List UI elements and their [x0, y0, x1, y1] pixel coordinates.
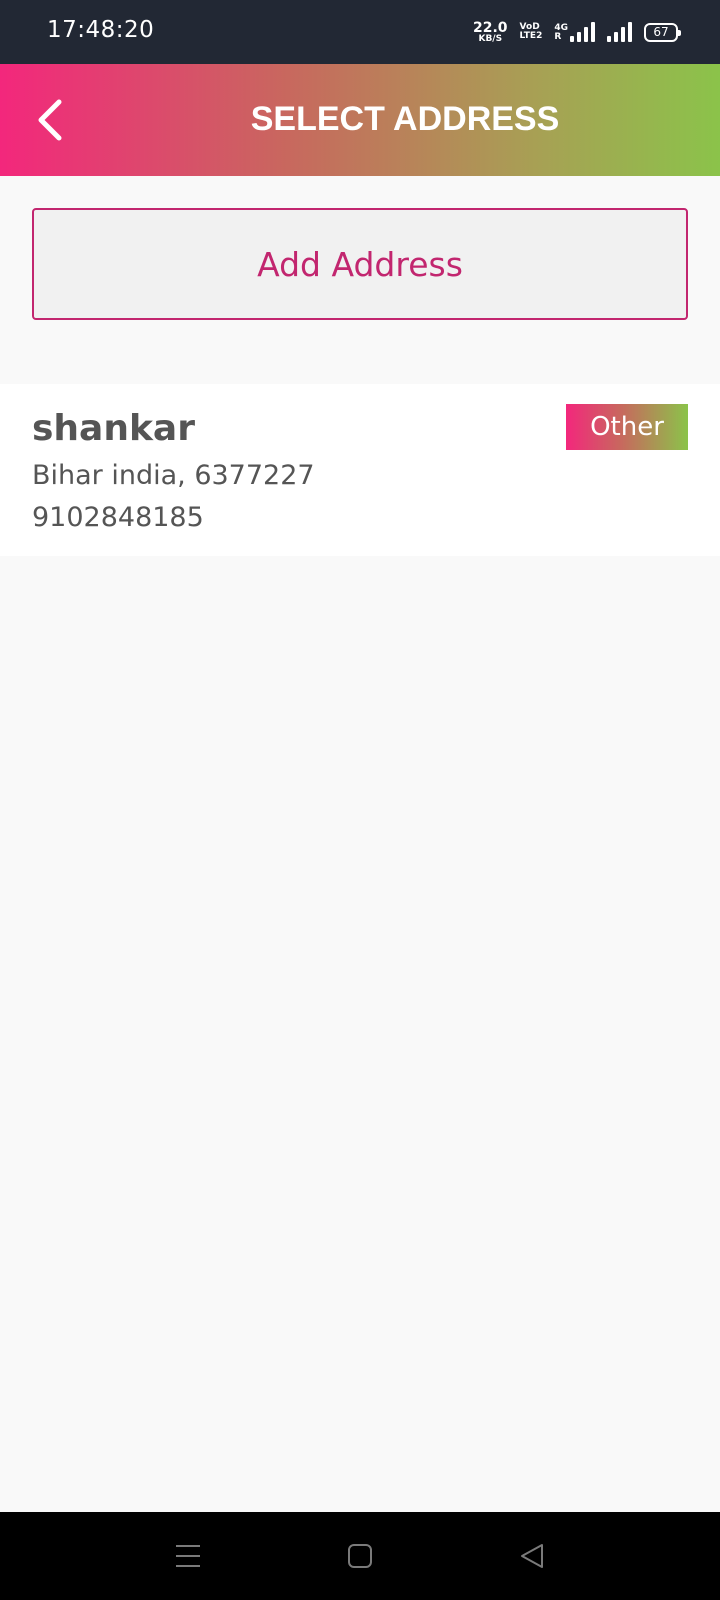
network-speed-unit: KB/S	[478, 33, 503, 44]
battery-icon: 67	[644, 22, 681, 42]
address-type-badge: Other	[566, 404, 688, 450]
home-square-icon	[348, 1544, 372, 1568]
address-card[interactable]: shankar Other Bihar india, 6377227 91028…	[0, 384, 720, 556]
address-phone: 9102848185	[32, 502, 204, 533]
back-triangle-icon	[521, 1544, 543, 1568]
system-back-button[interactable]	[504, 1530, 560, 1582]
signal-4g-icon: 4G R	[554, 22, 595, 42]
system-nav-bar	[0, 1512, 720, 1600]
roaming-label: R	[554, 32, 562, 42]
volte-bottom-label: LTE2	[519, 31, 543, 41]
add-address-button[interactable]: Add Address	[32, 208, 688, 320]
network-speed-value: 22.0	[473, 19, 508, 36]
battery-level: 67	[653, 25, 669, 39]
signal-strength-icon	[607, 22, 632, 42]
status-indicators: 22.0 KB/S VoD LTE2 4G R 67	[473, 18, 681, 46]
recent-apps-button[interactable]	[160, 1530, 216, 1582]
app-header: SELECT ADDRESS	[0, 64, 720, 176]
network-speed: 22.0 KB/S	[473, 21, 508, 44]
page-title: SELECT ADDRESS	[250, 100, 560, 138]
address-line: Bihar india, 6377227	[32, 460, 315, 491]
home-button[interactable]	[332, 1530, 388, 1582]
volte-icon: VoD LTE2	[520, 23, 543, 41]
status-bar: 17:48:20 22.0 KB/S VoD LTE2 4G R 67	[0, 0, 720, 64]
status-time: 17:48:20	[47, 17, 155, 43]
menu-icon	[176, 1545, 200, 1567]
address-name: shankar	[32, 408, 195, 449]
